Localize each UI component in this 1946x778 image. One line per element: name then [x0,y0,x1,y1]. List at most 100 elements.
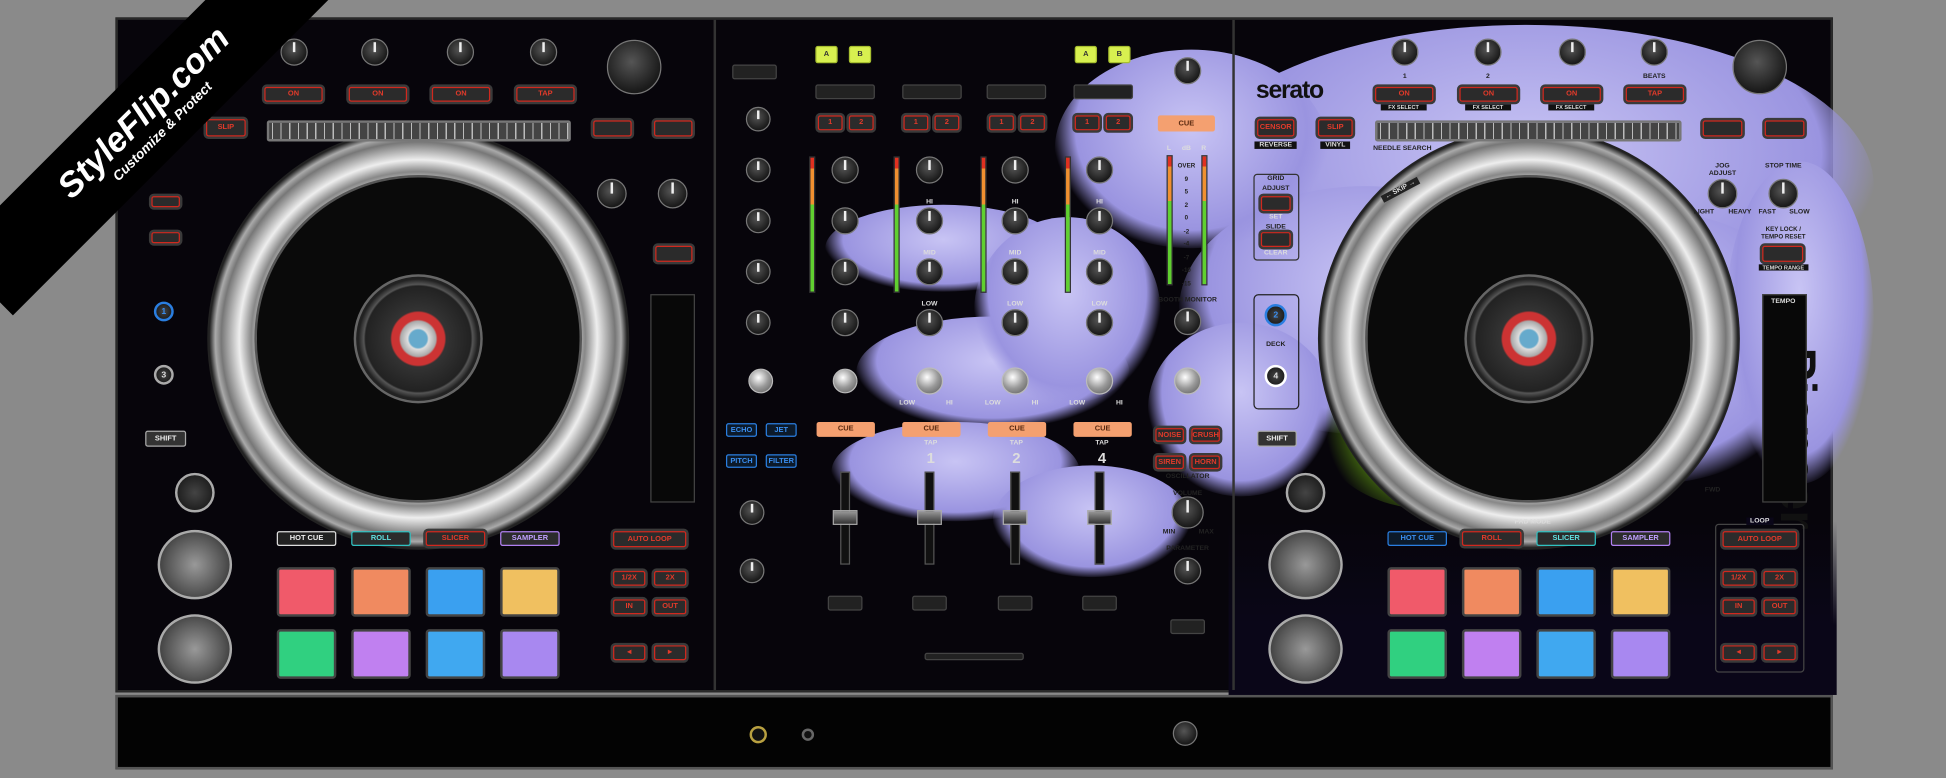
deck-3-button[interactable]: 3 [153,364,174,385]
channel-fx-button[interactable]: 1 [1074,115,1100,131]
performance-pad[interactable] [1387,629,1448,679]
fx-beat-knob[interactable] [1732,39,1788,95]
deck-button[interactable] [1764,120,1805,137]
shift-button[interactable]: SHIFT [145,430,187,447]
performance-pad[interactable] [500,567,560,617]
master-level-knob[interactable] [1173,57,1202,85]
fx-knob[interactable] [1640,38,1668,66]
deck-1-button[interactable]: 1 [153,301,174,322]
sampler-knob-3[interactable] [739,558,765,584]
fx-button-2[interactable]: ON [348,86,408,102]
performance-pad[interactable] [1536,629,1596,679]
needle-search-strip[interactable] [1375,120,1682,142]
channel-fader-cap[interactable] [917,510,942,525]
fx-type-button[interactable]: JET [765,423,797,437]
stop-time-knob[interactable] [1768,178,1799,209]
cue-button[interactable] [1268,529,1343,600]
cue-button[interactable] [157,529,233,600]
channel-fader[interactable] [1002,471,1028,565]
mic-jack[interactable] [801,728,815,741]
eq-low-knob[interactable] [915,309,944,337]
oscillator-parameter-knob[interactable] [1173,367,1202,395]
oscillator-button[interactable]: SIREN [1155,455,1184,470]
fx-button-3[interactable]: ON [1542,86,1601,102]
oscillator-button[interactable]: NOISE [1155,428,1184,442]
performance-pad[interactable] [1461,629,1522,679]
trim-knob[interactable] [1001,156,1029,184]
channel-fx-button[interactable]: 1 [817,115,843,131]
eq-mid-knob[interactable] [831,258,859,286]
crossfader-assign-b[interactable]: B [1108,45,1131,64]
performance-pad[interactable] [1610,567,1671,617]
tempo-fader[interactable] [1762,294,1807,503]
crossfader-curve-switch[interactable] [1170,619,1206,635]
channel-fx-button[interactable]: 2 [1105,115,1131,131]
pad-mode-button[interactable]: SLICER [425,531,486,547]
grid-adjust-button[interactable] [1260,196,1291,211]
stop-time-knob[interactable] [657,178,688,209]
fx-type-button[interactable]: ECHO [725,423,758,437]
crossfader-assign-a[interactable]: A [815,45,838,64]
key-lock-button[interactable] [1762,245,1804,262]
pad-mode-button[interactable]: HOT CUE [1387,531,1448,547]
loop-button[interactable]: 1/2X [1722,570,1755,586]
needle-search-strip[interactable] [266,120,571,142]
performance-pad[interactable] [1461,567,1522,617]
channel-fader-cap[interactable] [832,510,858,525]
fx-button-3[interactable]: ON [431,86,491,102]
deck-button[interactable] [654,120,693,137]
master-cue-button[interactable]: CUE [1157,115,1215,132]
censor-round-button[interactable] [174,472,215,513]
fx-knob[interactable] [1391,38,1419,66]
fx-knob[interactable] [1558,38,1586,66]
channel-fader-cap[interactable] [1087,510,1112,525]
eq-mid-knob[interactable] [915,258,944,286]
pad-mode-button[interactable]: ROLL [351,531,411,547]
fx-button-1[interactable]: ON [264,86,323,102]
fx-type-button[interactable]: PITCH [725,454,758,468]
trim-knob[interactable] [1085,156,1114,184]
channel-fx-button[interactable]: 1 [989,115,1014,131]
filter-knob[interactable] [1001,367,1029,395]
channel-fader[interactable] [1087,471,1112,565]
pad-mode-button[interactable]: SAMPLER [500,531,560,547]
censor-round-button[interactable] [1285,472,1326,513]
sampler-knob[interactable] [745,208,771,234]
loop-button[interactable]: ◄ [613,645,646,661]
performance-pad[interactable] [276,567,337,617]
eq-hi-knob[interactable] [1085,207,1114,235]
input-select-switch[interactable] [815,84,875,100]
grid-slide-button[interactable] [1260,232,1291,247]
channel-fader-cap[interactable] [1002,510,1028,525]
shift-button[interactable]: SHIFT [1257,430,1297,447]
censor-button[interactable]: CENSOR [1257,119,1295,137]
loop-button[interactable]: IN [1722,599,1755,615]
sampler-knob[interactable] [745,310,771,336]
jog-adjust-knob[interactable] [1707,178,1738,209]
loop-button[interactable]: ► [654,645,687,661]
auto-loop-button[interactable]: AUTO LOOP [1722,531,1797,548]
performance-pad[interactable] [425,629,486,679]
pad-mode-button[interactable]: SLICER [1536,531,1596,547]
headphone-level-knob[interactable] [1172,721,1198,746]
performance-pad[interactable] [276,629,337,679]
eq-low-knob[interactable] [1001,309,1029,337]
eq-hi-knob[interactable] [1001,207,1029,235]
sampler-volume-knob[interactable] [748,368,774,394]
play-pause-button[interactable] [157,614,233,684]
input-select-switch[interactable] [1073,84,1134,100]
trim-knob[interactable] [831,156,859,184]
fader-start-switch[interactable] [997,595,1033,611]
fader-start-switch[interactable] [1082,595,1117,611]
headphone-mix-knob[interactable] [832,368,858,394]
crossfader-assign-a[interactable]: A [1074,45,1098,64]
fx-knob[interactable] [361,38,389,66]
fx-knob[interactable] [446,38,475,66]
filter-knob[interactable] [915,367,944,395]
channel-fader[interactable] [917,471,942,565]
loop-button[interactable]: ► [1763,645,1796,661]
slip-button[interactable]: SLIP [206,119,246,137]
fx-type-button[interactable]: FILTER [765,454,797,468]
input-select-switch[interactable] [986,84,1047,100]
fx-knob[interactable] [529,38,558,66]
